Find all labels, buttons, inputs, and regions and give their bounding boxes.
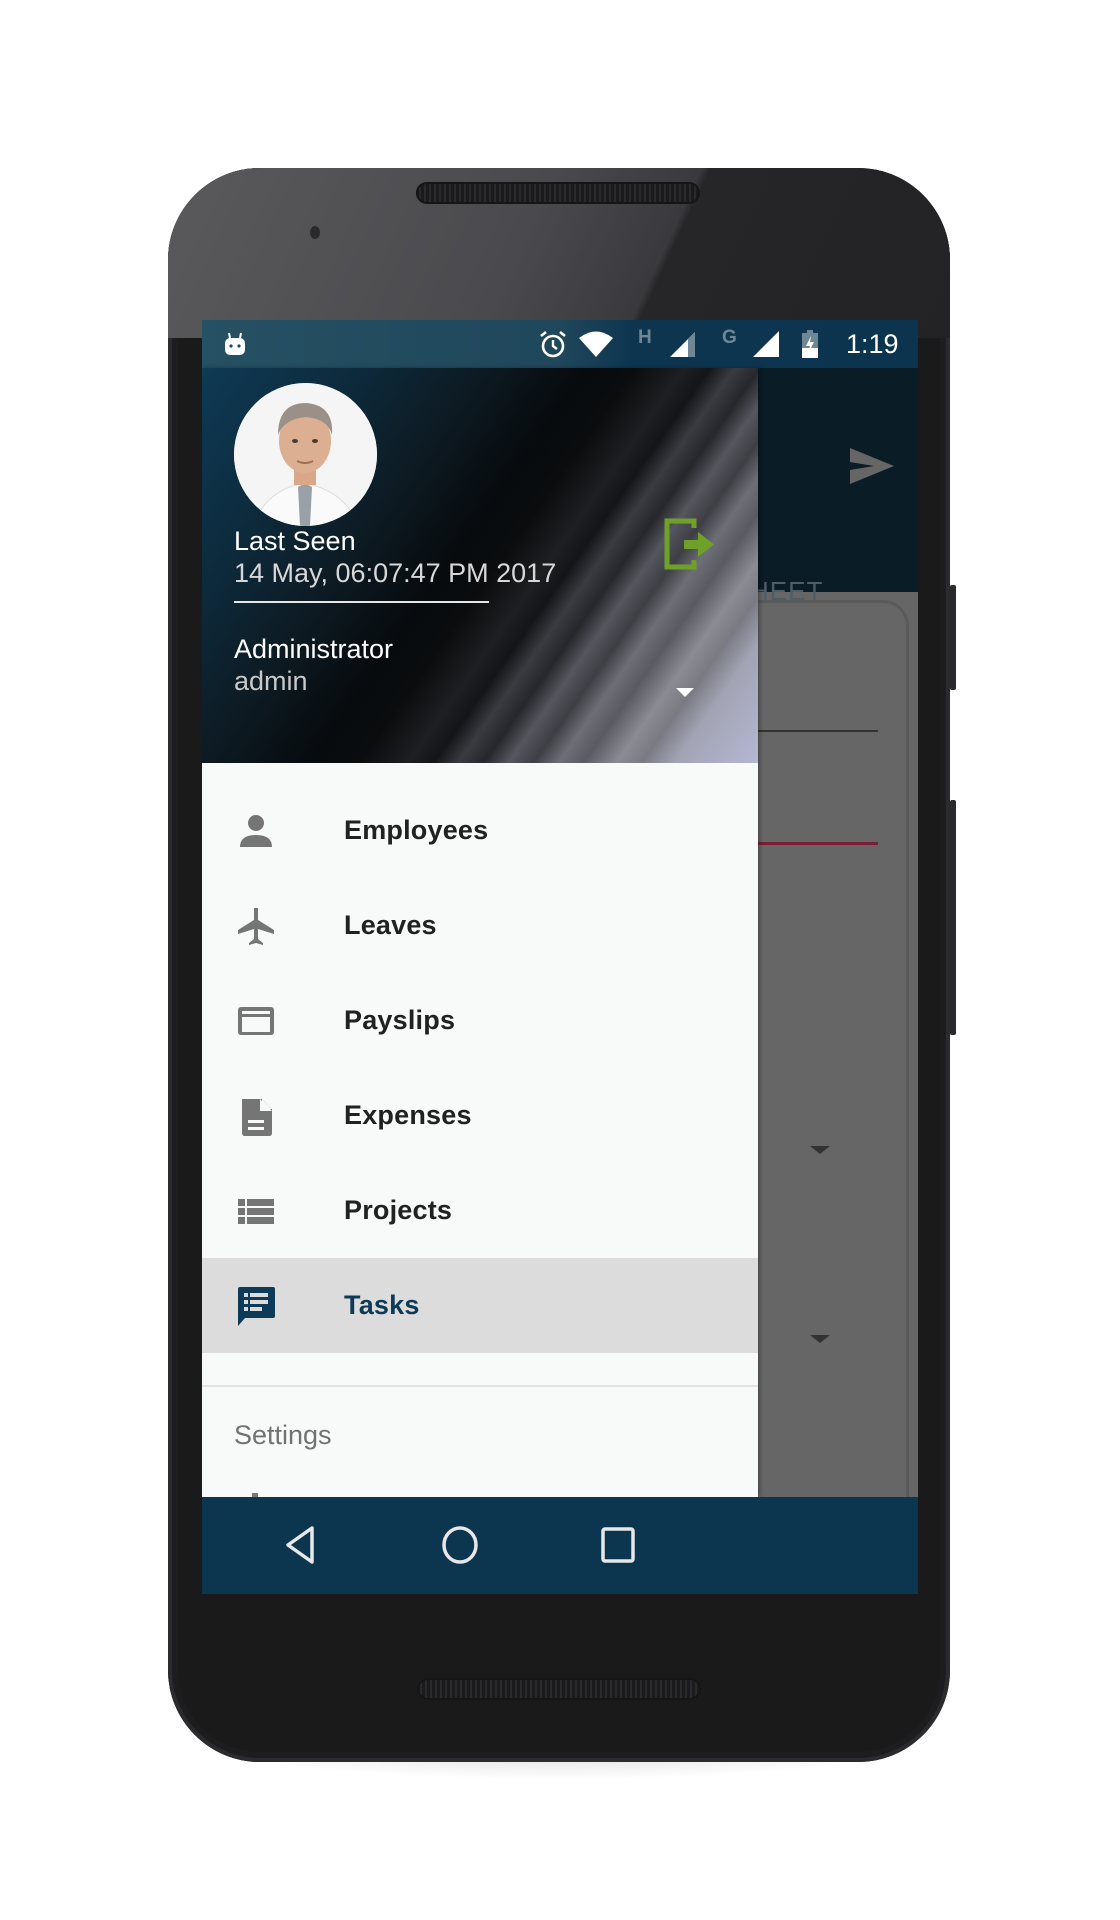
network-type-h: H — [638, 327, 652, 348]
header-divider — [234, 601, 489, 603]
background-input-underline — [758, 730, 878, 732]
background-form-card — [758, 600, 909, 1594]
menu-item-projects[interactable]: Projects — [202, 1163, 758, 1258]
bottom-speaker — [417, 1678, 701, 1700]
back-button[interactable] — [272, 1519, 328, 1575]
avatar[interactable] — [234, 383, 377, 526]
android-debug-icon — [224, 320, 246, 368]
background-dropdown-arrow-icon[interactable] — [810, 1335, 830, 1343]
clock: 1:19 — [846, 328, 899, 359]
menu-divider — [202, 1385, 758, 1387]
menu-item-label: Expenses — [344, 1100, 472, 1130]
device-screen: H G 1:19 HEET Last Seen 14 May, 06:07:47… — [202, 320, 918, 1594]
drawer-menu: Employees Leaves Payslips Expenses Proje… — [202, 783, 758, 1353]
battery-charging-icon — [802, 320, 818, 368]
menu-item-employees[interactable]: Employees — [202, 783, 758, 878]
send-icon[interactable] — [850, 448, 894, 489]
top-speaker — [416, 182, 700, 204]
menu-item-payslips[interactable]: Payslips — [202, 973, 758, 1068]
drawer-header: Last Seen 14 May, 06:07:47 PM 2017 Admin… — [202, 368, 758, 763]
user-name: Administrator — [234, 634, 394, 664]
alarm-icon — [538, 320, 568, 368]
front-camera — [310, 226, 320, 239]
navigation-drawer: Last Seen 14 May, 06:07:47 PM 2017 Admin… — [202, 368, 758, 1497]
status-bar: H G 1:19 — [202, 320, 918, 368]
home-icon — [440, 1525, 480, 1570]
user-login: admin — [234, 666, 308, 696]
back-icon — [282, 1525, 318, 1570]
last-seen-label: Last Seen — [234, 526, 356, 556]
menu-item-label: Projects — [344, 1195, 453, 1225]
signal-h-icon — [668, 320, 696, 368]
power-button — [950, 585, 956, 690]
background-input-underline-focused — [758, 842, 878, 845]
recents-button[interactable] — [590, 1519, 646, 1575]
settings-section-label: Settings — [234, 1420, 332, 1450]
menu-item-label: Employees — [344, 815, 489, 845]
home-button[interactable] — [432, 1519, 488, 1575]
network-type-g: G — [722, 327, 737, 348]
menu-item-leaves[interactable]: Leaves — [202, 878, 758, 973]
system-navigation-bar — [202, 1497, 918, 1594]
menu-item-label: Leaves — [344, 910, 437, 940]
wifi-icon — [578, 320, 614, 368]
signal-g-icon — [752, 320, 780, 368]
last-seen-value: 14 May, 06:07:47 PM 2017 — [234, 558, 557, 588]
credit-card-icon — [236, 1001, 276, 1041]
list-icon — [236, 1191, 276, 1231]
background-dropdown-arrow-icon[interactable] — [810, 1146, 830, 1154]
document-icon — [236, 1096, 276, 1136]
airplane-icon — [236, 906, 276, 946]
task-chat-icon — [236, 1286, 276, 1326]
menu-item-label: Payslips — [344, 1005, 456, 1035]
logout-icon[interactable] — [662, 516, 718, 577]
menu-item-expenses[interactable]: Expenses — [202, 1068, 758, 1163]
menu-item-label: Tasks — [344, 1290, 420, 1320]
dropdown-arrow-icon[interactable] — [676, 688, 694, 697]
menu-item-tasks[interactable]: Tasks — [202, 1258, 758, 1353]
recents-icon — [600, 1526, 636, 1569]
volume-button — [950, 800, 956, 1035]
person-icon — [236, 811, 276, 851]
